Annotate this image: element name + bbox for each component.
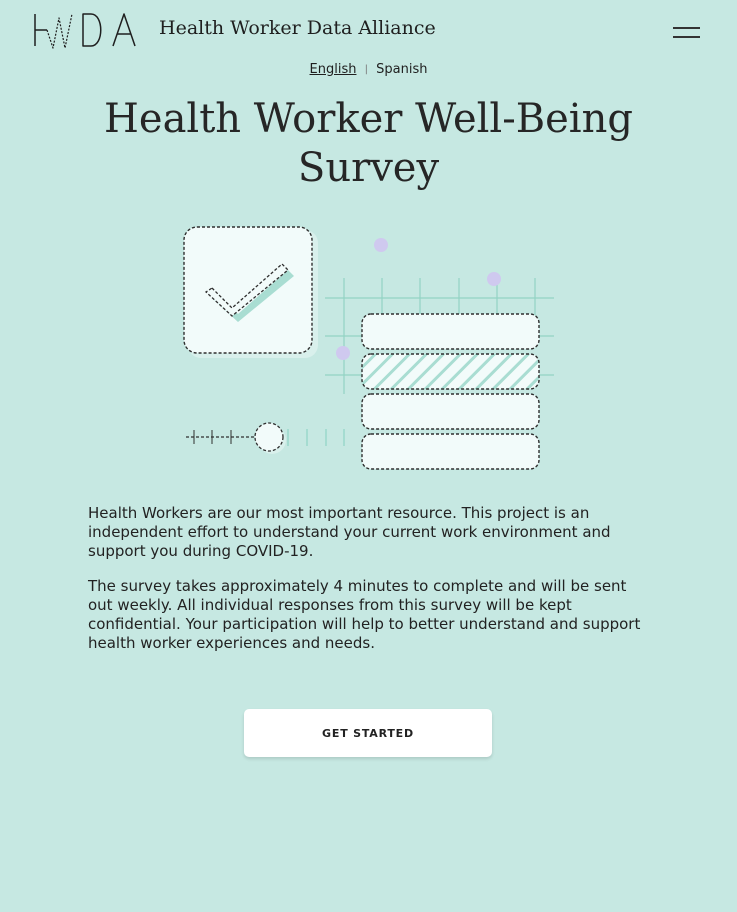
form-stack-icon [361, 313, 540, 470]
intro-paragraph: Health Workers are our most important re… [88, 504, 611, 560]
language-option-english[interactable]: English [310, 62, 357, 77]
slider-icon [186, 422, 345, 454]
site-name[interactable]: Health Worker Data Alliance [159, 17, 436, 39]
language-switcher: English | Spanish [0, 62, 737, 77]
site-header: Health Worker Data Alliance [0, 0, 737, 64]
hamburger-menu-icon[interactable] [672, 22, 702, 44]
page-title: Health Worker Well-Being Survey [104, 96, 633, 191]
survey-illustration [183, 226, 554, 470]
checkbox-check-icon [183, 226, 318, 358]
hwda-logo[interactable] [33, 10, 141, 52]
language-option-spanish[interactable]: Spanish [376, 62, 427, 77]
language-separator: | [364, 64, 368, 75]
intro-copy: Health Workers are our most important re… [88, 504, 653, 669]
survey-info-paragraph: The survey takes approximately 4 minutes… [88, 577, 641, 652]
get-started-button[interactable]: GET STARTED [244, 709, 492, 757]
